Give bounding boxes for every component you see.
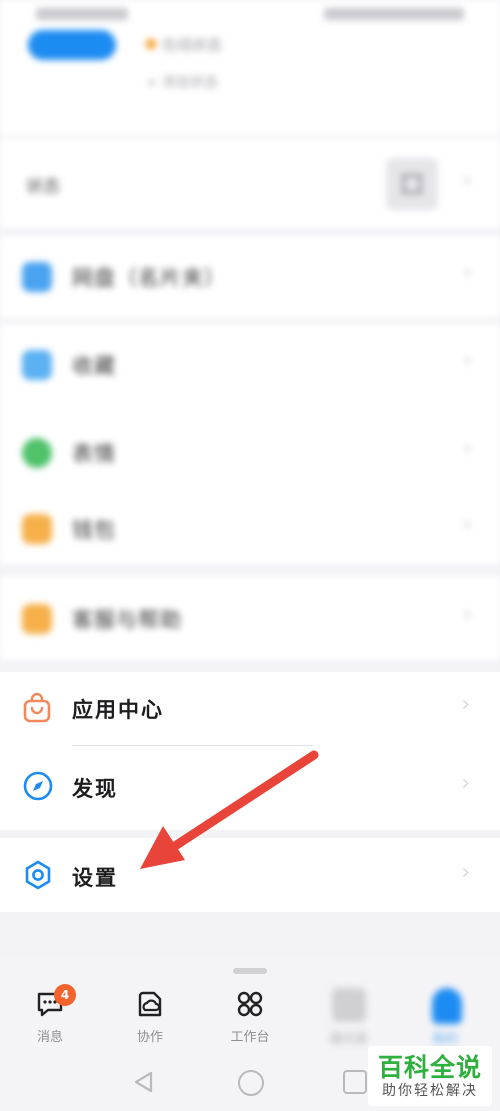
home-icon[interactable]: [238, 1070, 264, 1096]
person-icon: [432, 988, 462, 1024]
tab-label: 通讯录: [329, 1032, 369, 1047]
tab-label: 协作: [136, 1030, 163, 1045]
tab-label: 消息: [36, 1030, 63, 1045]
tab-label: 我的: [432, 1032, 459, 1047]
grid-icon: [234, 988, 266, 1020]
drag-handle[interactable]: [233, 968, 267, 974]
cloud-docs-icon: [134, 988, 166, 1020]
tab-label: 工作台: [230, 1030, 270, 1045]
tab-messages[interactable]: 消息: [10, 984, 90, 1048]
annotation-arrow-icon: [140, 750, 319, 869]
watermark-title: 百科全说: [377, 1053, 482, 1082]
watermark: 百科全说 助你轻松解决: [368, 1046, 492, 1106]
contacts-icon: [332, 988, 366, 1022]
unread-badge: 4: [54, 984, 76, 1006]
recent-apps-icon[interactable]: [343, 1070, 367, 1094]
tab-collaborate[interactable]: 协作: [110, 984, 190, 1048]
watermark-subtitle: 助你轻松解决: [382, 1083, 478, 1099]
tab-workbench[interactable]: 工作台: [210, 984, 290, 1048]
back-icon[interactable]: [132, 1070, 154, 1098]
